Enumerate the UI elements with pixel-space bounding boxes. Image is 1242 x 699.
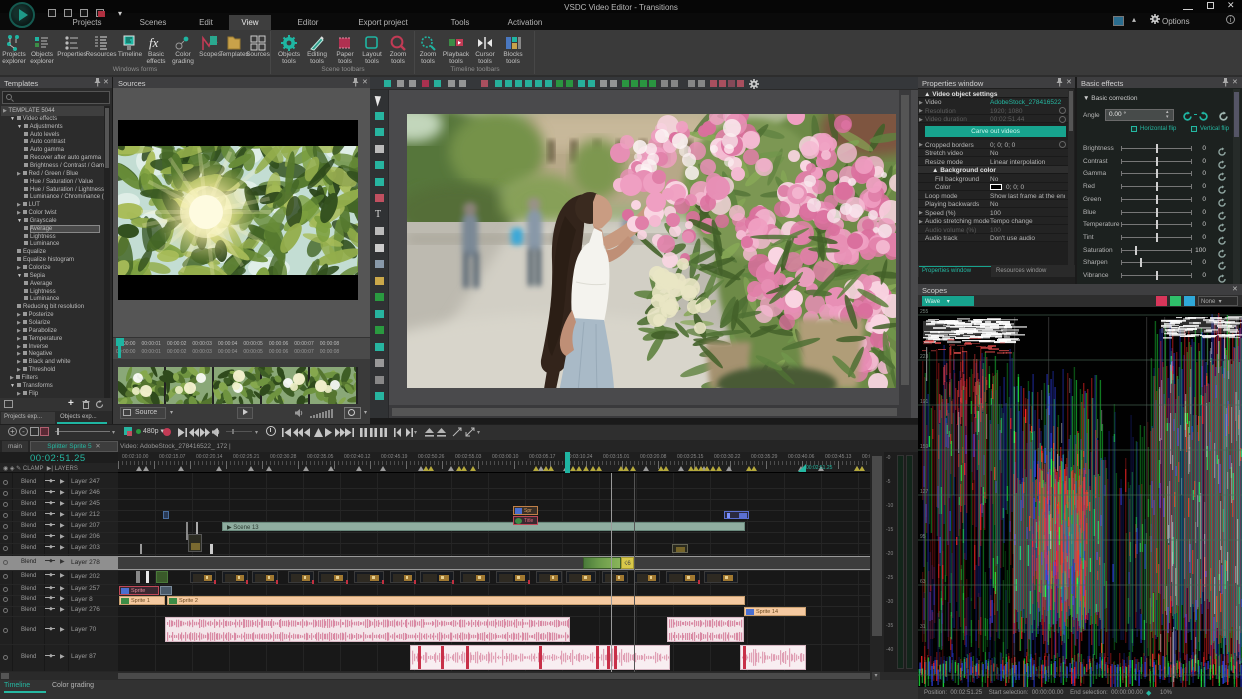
svg-text:fx: fx <box>149 35 159 50</box>
svg-text:95: 95 <box>920 534 926 540</box>
svg-text:191: 191 <box>920 399 929 405</box>
svg-text:63: 63 <box>920 579 926 585</box>
svg-text:255: 255 <box>920 309 929 315</box>
svg-text:127: 127 <box>920 489 929 495</box>
svg-text:0: 0 <box>920 669 923 675</box>
svg-text:159: 159 <box>920 444 929 450</box>
svg-text:223: 223 <box>920 354 929 360</box>
svg-text:31: 31 <box>920 624 926 630</box>
